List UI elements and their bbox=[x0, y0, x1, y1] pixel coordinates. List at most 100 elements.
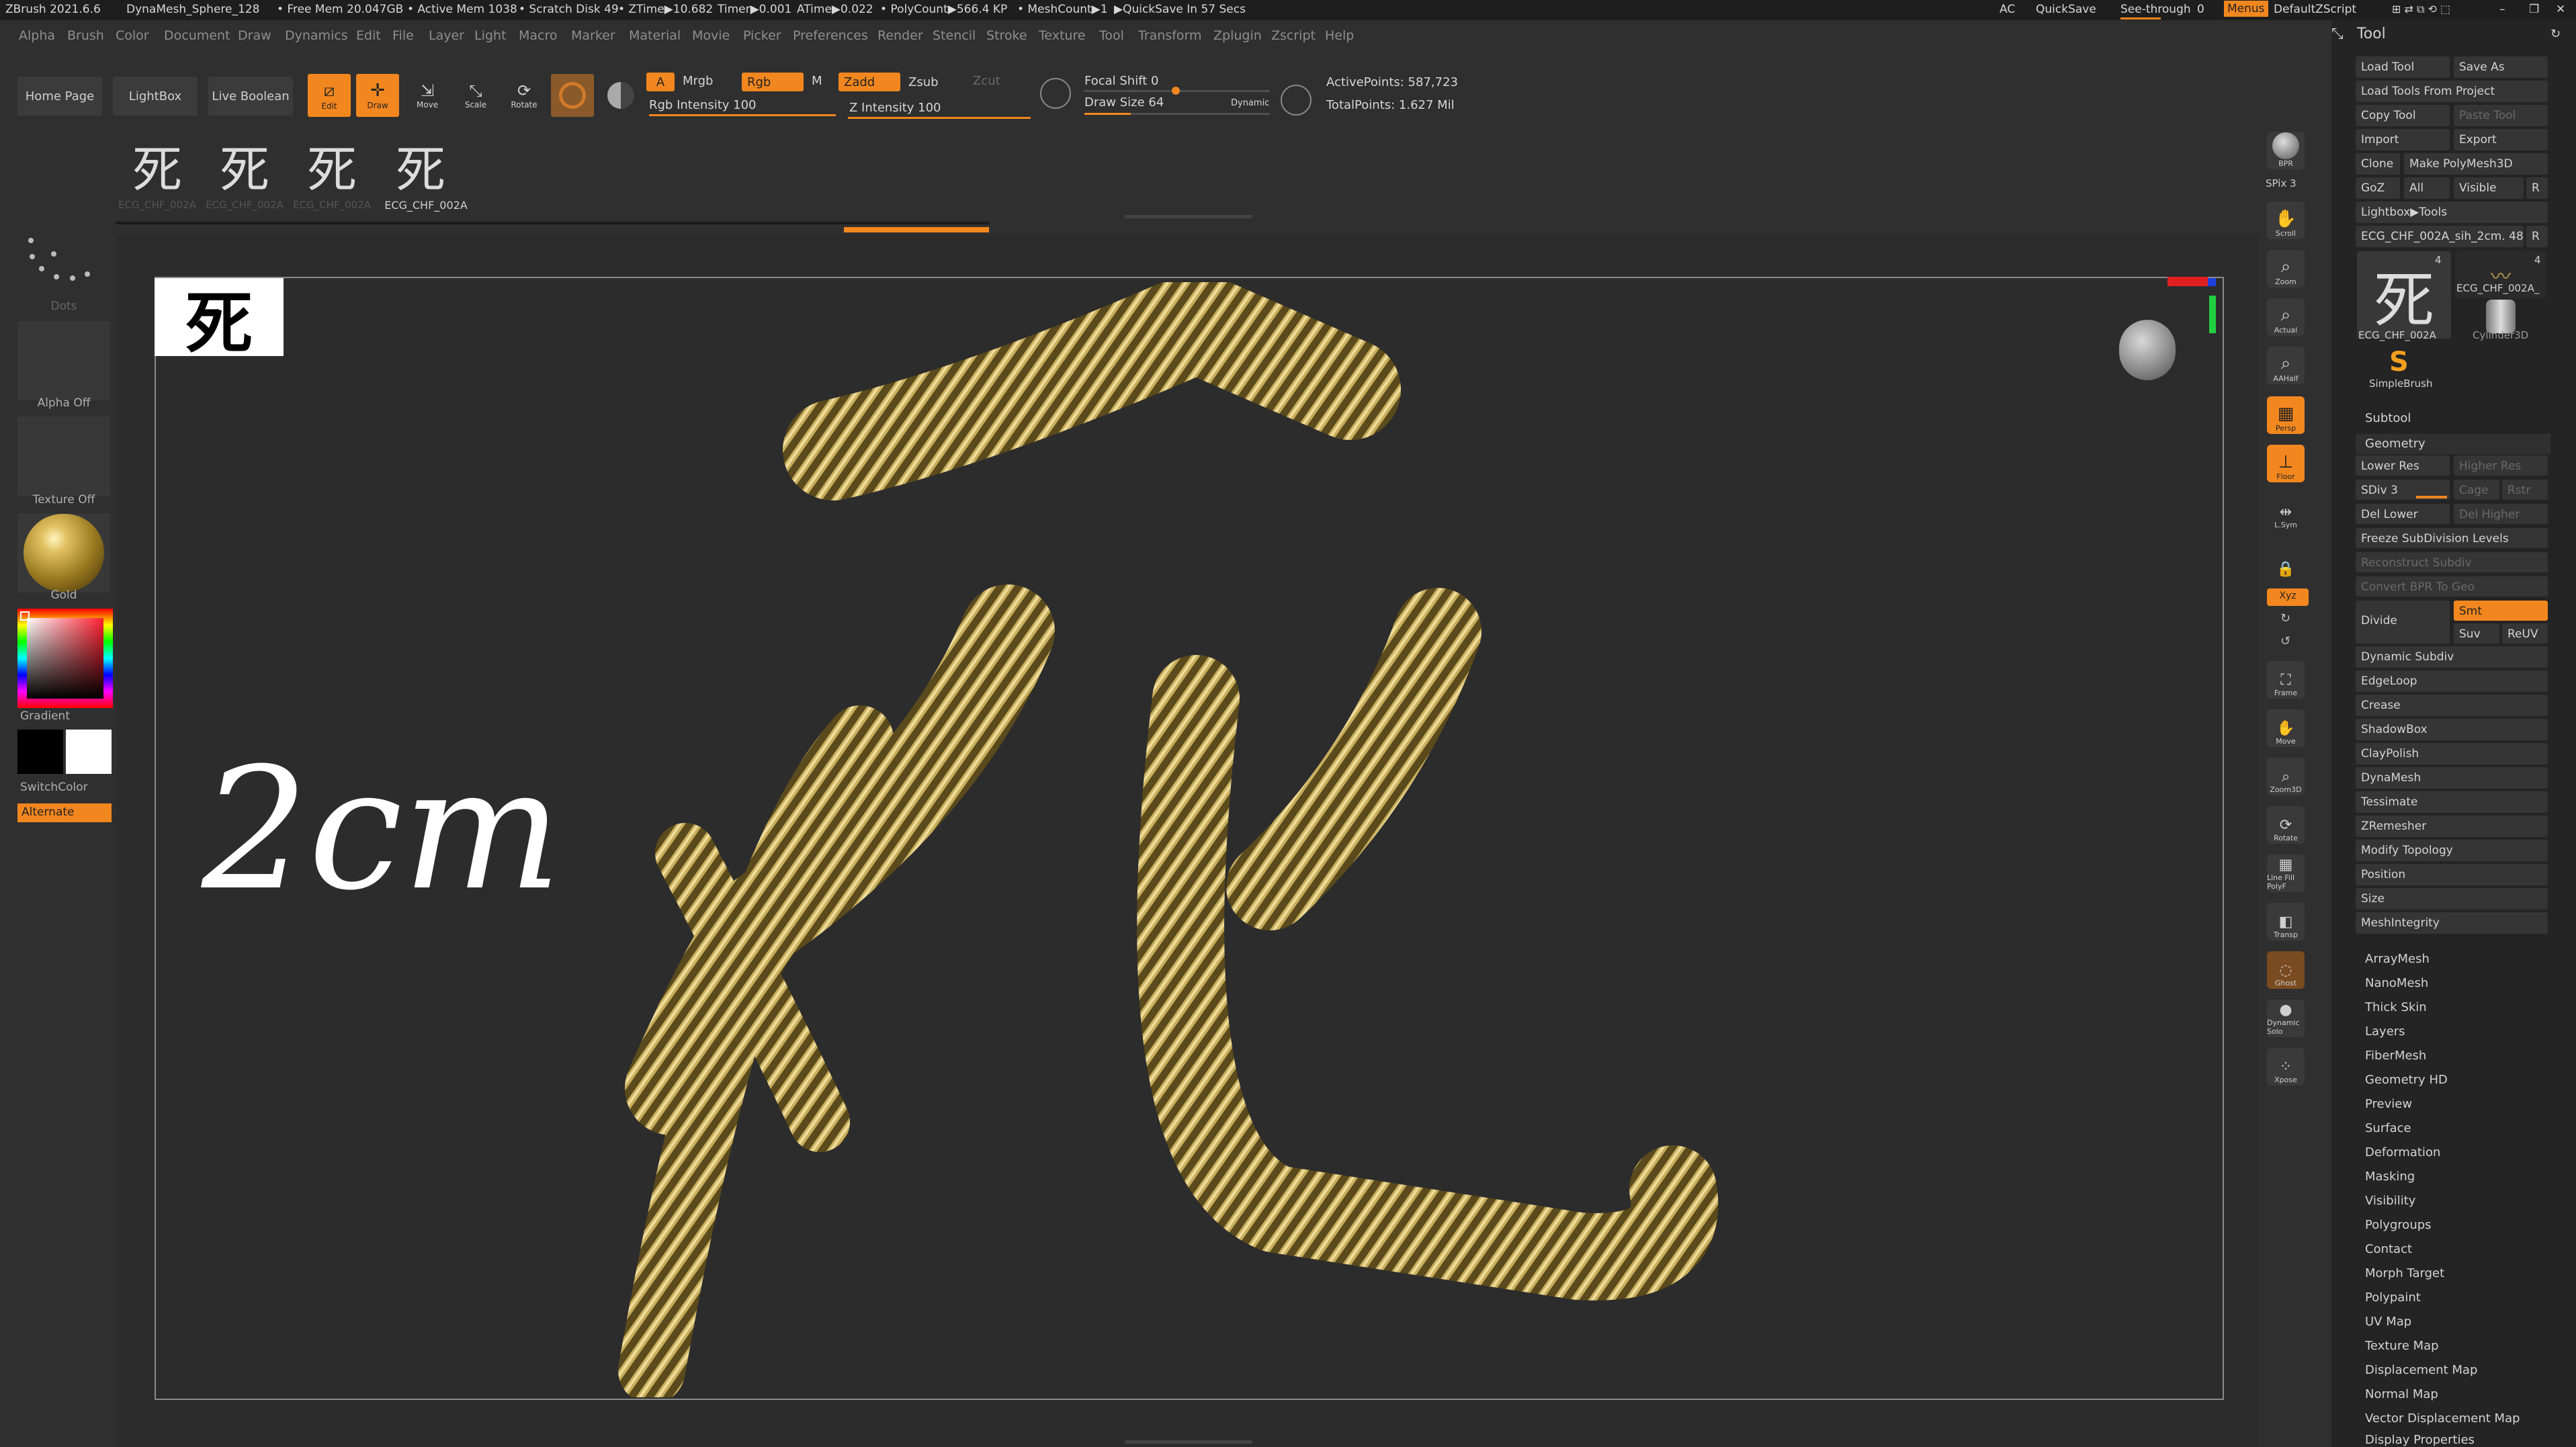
preview-section[interactable]: Preview bbox=[2365, 1097, 2412, 1111]
cage-button[interactable]: Cage bbox=[2454, 480, 2499, 500]
menu-stroke[interactable]: Stroke bbox=[986, 28, 1027, 43]
draw-size-label[interactable]: Draw Size 64 bbox=[1084, 95, 1164, 109]
arraymesh-section[interactable]: ArrayMesh bbox=[2365, 952, 2430, 966]
menu-light[interactable]: Light bbox=[474, 28, 506, 43]
copy-tool-button[interactable]: Copy Tool bbox=[2356, 105, 2450, 126]
menu-macro[interactable]: Macro bbox=[519, 28, 558, 43]
crease-section[interactable]: Crease bbox=[2356, 695, 2548, 716]
tool-refresh-icon[interactable]: ↻ bbox=[2550, 27, 2561, 41]
size-section[interactable]: Size bbox=[2356, 888, 2548, 910]
move-button[interactable]: ⇲ Move bbox=[406, 74, 449, 117]
frame-button[interactable]: ⛶ Frame bbox=[2267, 661, 2305, 699]
layers-section[interactable]: Layers bbox=[2365, 1024, 2405, 1039]
simplebrush-icon[interactable]: S bbox=[2389, 347, 2409, 378]
menu-marker[interactable]: Marker bbox=[571, 28, 615, 43]
material-sphere-button[interactable] bbox=[551, 74, 594, 117]
rotate-button[interactable]: ⟳ Rotate bbox=[503, 74, 546, 117]
rotate-view-button[interactable]: ⟳ Rotate bbox=[2267, 806, 2305, 844]
solo-button[interactable]: ● Dynamic Solo bbox=[2267, 1000, 2305, 1037]
display-properties-section[interactable]: Display Properties bbox=[2365, 1433, 2475, 1447]
zremesher-section[interactable]: ZRemesher bbox=[2356, 816, 2548, 837]
menu-tool[interactable]: Tool bbox=[1099, 28, 1124, 43]
stroke-dots-thumb[interactable] bbox=[17, 227, 110, 308]
menu-alpha[interactable]: Alpha bbox=[19, 28, 55, 43]
reuv-toggle[interactable]: ReUV bbox=[2502, 623, 2548, 644]
transp-button[interactable]: ◧ Transp bbox=[2267, 903, 2305, 940]
tool-panel-title[interactable]: Tool bbox=[2357, 26, 2386, 42]
lazy-mouse-icon[interactable] bbox=[1281, 85, 1312, 116]
floor-button[interactable]: ⊥ Floor bbox=[2267, 445, 2305, 482]
alpha-thumb[interactable] bbox=[17, 321, 110, 400]
quicksave-button[interactable]: QuickSave bbox=[2036, 3, 2096, 16]
fibermesh-section[interactable]: FiberMesh bbox=[2365, 1049, 2426, 1063]
reconstruct-subdiv-button[interactable]: Reconstruct Subdiv bbox=[2356, 552, 2548, 572]
live-boolean-button[interactable]: Live Boolean bbox=[208, 77, 293, 116]
geometry-hd-section[interactable]: Geometry HD bbox=[2365, 1073, 2448, 1087]
material-thumb[interactable] bbox=[17, 513, 110, 593]
uv-map-section[interactable]: UV Map bbox=[2365, 1315, 2411, 1329]
current-tool-r-button[interactable]: R bbox=[2526, 226, 2548, 247]
goz-r-button[interactable]: R bbox=[2526, 177, 2548, 199]
morph-target-section[interactable]: Morph Target bbox=[2365, 1266, 2444, 1280]
masking-section[interactable]: Masking bbox=[2365, 1170, 2415, 1184]
zoom3d-button[interactable]: ⌕ Zoom3D bbox=[2267, 758, 2305, 795]
menu-edit[interactable]: Edit bbox=[356, 28, 381, 43]
tessimate-section[interactable]: Tessimate bbox=[2356, 791, 2548, 813]
ac-toggle[interactable]: AC bbox=[2000, 3, 2015, 16]
tool-collapse-icon[interactable]: ⤡ bbox=[2331, 26, 2344, 42]
brush-thumb-4[interactable]: 死 bbox=[379, 132, 462, 199]
minimize-icon[interactable]: – bbox=[2499, 3, 2505, 16]
clone-button[interactable]: Clone bbox=[2356, 153, 2400, 175]
xpose-button[interactable]: ⁘ Xpose bbox=[2267, 1048, 2305, 1086]
make-polymesh3d-button[interactable]: Make PolyMesh3D bbox=[2404, 153, 2548, 175]
smt-toggle[interactable]: Smt bbox=[2454, 601, 2548, 621]
subtool-section[interactable]: Subtool bbox=[2365, 411, 2411, 425]
brush-scroll-track[interactable] bbox=[116, 222, 989, 224]
brush-thumb-2[interactable]: 死 bbox=[203, 132, 286, 199]
lsym-button[interactable]: ⇹ L.Sym bbox=[2267, 493, 2305, 531]
menu-file[interactable]: File bbox=[392, 28, 414, 43]
menu-zplugin[interactable]: Zplugin bbox=[1213, 28, 1262, 43]
menu-brush[interactable]: Brush bbox=[67, 28, 104, 43]
zadd-toggle[interactable]: Zadd bbox=[839, 73, 900, 91]
brush-scroll-thumb[interactable] bbox=[844, 227, 989, 232]
del-lower-button[interactable]: Del Lower bbox=[2356, 504, 2450, 524]
divide-button[interactable]: Divide bbox=[2356, 601, 2450, 644]
vector-displacement-map-section[interactable]: Vector Displacement Map bbox=[2365, 1411, 2520, 1426]
paste-tool-button[interactable]: Paste Tool bbox=[2454, 105, 2548, 126]
see-through-slider[interactable]: See-through bbox=[2120, 3, 2191, 16]
menu-help[interactable]: Help bbox=[1325, 28, 1354, 43]
dynamesh-section[interactable]: DynaMesh bbox=[2356, 767, 2548, 789]
lock-button[interactable]: 🔒 bbox=[2267, 541, 2305, 579]
actual-button[interactable]: ⌕ Actual bbox=[2267, 298, 2305, 336]
z-intensity-label[interactable]: Z Intensity 100 bbox=[849, 101, 941, 115]
zsub-toggle[interactable]: Zsub bbox=[908, 75, 939, 89]
dynamic-toggle[interactable]: Dynamic bbox=[1231, 98, 1269, 108]
import-button[interactable]: Import bbox=[2356, 129, 2450, 150]
menu-draw[interactable]: Draw bbox=[238, 28, 271, 43]
goz-button[interactable]: GoZ bbox=[2356, 177, 2400, 199]
shadowbox-section[interactable]: ShadowBox bbox=[2356, 719, 2548, 740]
goz-all-button[interactable]: All bbox=[2404, 177, 2450, 199]
lightbox-tools-button[interactable]: Lightbox▶Tools bbox=[2356, 202, 2548, 223]
spix-label[interactable]: SPix 3 bbox=[2266, 177, 2296, 189]
texture-map-section[interactable]: Texture Map bbox=[2365, 1339, 2439, 1353]
position-section[interactable]: Position bbox=[2356, 864, 2548, 885]
deformation-section[interactable]: Deformation bbox=[2365, 1145, 2440, 1159]
focal-shift-icon[interactable] bbox=[1040, 78, 1071, 109]
menu-stencil[interactable]: Stencil bbox=[933, 28, 976, 43]
visibility-section[interactable]: Visibility bbox=[2365, 1194, 2415, 1208]
brush-thumb-3[interactable]: 死 bbox=[290, 132, 374, 199]
load-tool-button[interactable]: Load Tool bbox=[2356, 56, 2450, 78]
menu-movie[interactable]: Movie bbox=[692, 28, 730, 43]
claypolish-section[interactable]: ClayPolish bbox=[2356, 743, 2548, 764]
xyz-toggle[interactable]: Xyz bbox=[2267, 588, 2309, 606]
color-cursor-icon[interactable] bbox=[20, 611, 30, 621]
navigation-head-gizmo[interactable] bbox=[2119, 320, 2176, 380]
rotate-z-icon[interactable]: ↺ bbox=[2280, 634, 2290, 648]
brush-thumb-1[interactable]: 死 bbox=[116, 132, 199, 199]
focal-shift-knob[interactable] bbox=[1172, 87, 1180, 95]
m-toggle[interactable]: M bbox=[812, 74, 822, 88]
rotate-y-icon[interactable]: ↻ bbox=[2280, 611, 2290, 625]
cylinder3d-icon[interactable] bbox=[2486, 300, 2516, 333]
